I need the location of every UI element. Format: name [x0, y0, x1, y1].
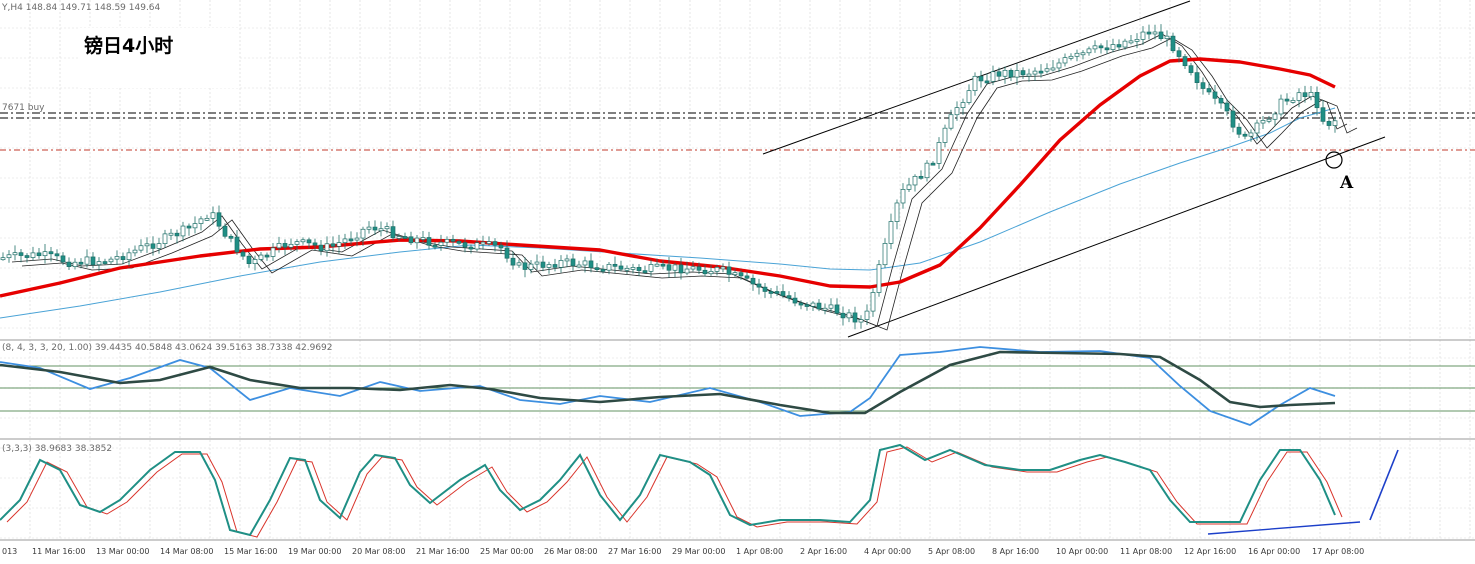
- x-tick-label: 8 Apr 16:00: [992, 547, 1039, 556]
- candle: [876, 260, 882, 297]
- x-tick-label: 10 Apr 00:00: [1056, 547, 1108, 556]
- x-tick-label: 21 Mar 16:00: [416, 547, 469, 556]
- x-tick-label: 25 Mar 00:00: [480, 547, 533, 556]
- x-tick-label: 29 Mar 00:00: [672, 547, 725, 556]
- x-tick-label: 19 Mar 00:00: [288, 547, 341, 556]
- x-tick-label: 17 Apr 08:00: [1312, 547, 1364, 556]
- x-tick-label: 14 Mar 08:00: [160, 547, 213, 556]
- price-line-label: 7671 buy: [2, 103, 45, 113]
- chart-title: 镑日4小时: [84, 34, 173, 57]
- x-tick-label: 15 Mar 16:00: [224, 547, 277, 556]
- x-axis-ticks: 013 11 Mar 16:00 13 Mar 00:00 14 Mar 08:00 1…: [2, 547, 1364, 556]
- price-chart: 013 11 Mar 16:00 13 Mar 00:00 14 Mar 08:00 1…: [0, 0, 1475, 564]
- x-tick-label: 12 Apr 16:00: [1184, 547, 1236, 556]
- x-tick-label: 5 Apr 08:00: [928, 547, 975, 556]
- x-tick-label: 11 Apr 08:00: [1120, 547, 1172, 556]
- x-tick-label: 2 Apr 16:00: [800, 547, 847, 556]
- x-tick-label: 27 Mar 16:00: [608, 547, 661, 556]
- symbol-header: Y,H4 148.84 149.71 148.59 149.64: [1, 3, 161, 13]
- x-tick-label: 26 Mar 08:00: [544, 547, 597, 556]
- panel3-header: (3,3,3) 38.9683 38.3852: [2, 444, 112, 454]
- panel2-header: (8, 4, 3, 3, 20, 1.00) 39.4435 40.5848 4…: [2, 343, 333, 353]
- x-tick-label: 4 Apr 00:00: [864, 547, 911, 556]
- x-tick-label: 20 Mar 08:00: [352, 547, 405, 556]
- annotation-label-a: A: [1339, 173, 1354, 193]
- x-tick-label: 11 Mar 16:00: [32, 547, 85, 556]
- x-tick-label: 013: [2, 547, 17, 556]
- x-tick-label: 13 Mar 00:00: [96, 547, 149, 556]
- x-tick-label: 1 Apr 08:00: [736, 547, 783, 556]
- x-tick-label: 16 Apr 00:00: [1248, 547, 1300, 556]
